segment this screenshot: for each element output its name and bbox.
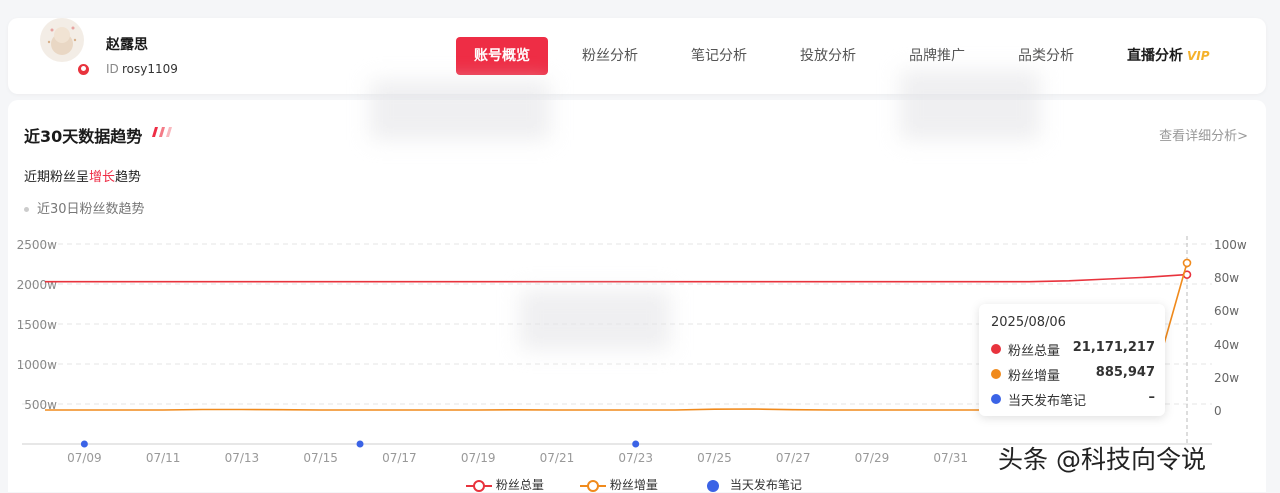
tooltip-dot-icon — [991, 394, 1001, 404]
legend-item-total[interactable]: 粉丝总量 — [466, 476, 544, 493]
note-marker — [80, 440, 88, 448]
x-tick-label: 07/29 — [855, 451, 890, 465]
x-tick-label: 07/25 — [697, 451, 732, 465]
blurred-region — [370, 80, 550, 140]
trend-suffix: 趋势 — [115, 170, 142, 185]
legend-dot-icon — [707, 479, 719, 492]
series-endpoint — [1182, 258, 1192, 268]
vip-badge: VIP — [1187, 49, 1210, 63]
tooltip-label: 当天发布笔记 — [1008, 394, 1087, 409]
tab-ads-analysis[interactable]: 投放分析 — [800, 37, 856, 75]
tooltip-value: 885,947 — [1095, 365, 1155, 380]
trend-highlight: 增长 — [89, 170, 116, 185]
tooltip-dot-icon — [991, 369, 1001, 379]
x-tick-label: 07/17 — [382, 451, 417, 465]
verified-badge-icon — [76, 62, 91, 77]
tooltip-row-total: 粉丝总量 21,171,217 — [991, 340, 1155, 359]
blurred-region — [520, 290, 670, 350]
section-title: 近30天数据趋势 — [24, 127, 143, 146]
bullet-dot-icon — [24, 207, 29, 212]
x-tick-label: 07/21 — [540, 451, 575, 465]
trend-prefix: 近期粉丝呈 — [24, 170, 90, 185]
tab-live-analysis[interactable]: 直播分析 VIP — [1127, 37, 1210, 75]
legend-item-notes[interactable]: 当天发布笔记 — [706, 476, 802, 493]
tab-live-analysis-label: 直播分析 — [1127, 48, 1183, 64]
tooltip-date: 2025/08/06 — [991, 315, 1066, 330]
y-right-tick-label: 80w — [1214, 271, 1239, 285]
trend-summary: 近期粉丝呈增长趋势 — [24, 166, 141, 185]
x-tick-label: 07/11 — [146, 451, 181, 465]
legend-line-circle-icon — [466, 479, 492, 492]
note-marker — [632, 440, 640, 448]
tooltip-row-notes: 当天发布笔记 – — [991, 390, 1156, 409]
x-tick-label: 07/31 — [933, 451, 968, 465]
chart-subtitle: 近30日粉丝数趋势 — [24, 198, 145, 217]
tooltip-row-increment: 粉丝增量 885,947 — [991, 365, 1155, 384]
legend-label: 当天发布笔记 — [729, 478, 802, 492]
user-id: rosy1109 — [122, 62, 178, 76]
tooltip-value: – — [1148, 390, 1156, 405]
user-name: 赵露思 — [106, 37, 148, 53]
y-right-tick-label: 20w — [1214, 371, 1239, 385]
legend-line-circle-icon — [580, 479, 606, 492]
note-marker — [356, 440, 364, 448]
tab-account-overview[interactable]: 账号概览 — [456, 37, 548, 75]
legend-item-increment[interactable]: 粉丝增量 — [580, 476, 658, 493]
series-line — [45, 273, 1188, 283]
legend-label: 粉丝增量 — [609, 478, 658, 492]
y-left-tick-label: 1000w — [17, 358, 58, 372]
blurred-region — [900, 70, 1040, 140]
x-tick-label: 07/19 — [461, 451, 496, 465]
x-tick-label: 07/13 — [225, 451, 260, 465]
x-tick-label: 07/23 — [618, 451, 653, 465]
chart-legend: 粉丝总量 粉丝增量 当天发布笔记 — [0, 476, 1280, 492]
chart-tooltip: 2025/08/06 粉丝总量 21,171,217 粉丝增量 885,947 … — [979, 304, 1165, 416]
view-detail-link[interactable]: 查看详细分析> — [1159, 125, 1248, 144]
y-left-tick-label: 1500w — [17, 318, 58, 332]
y-left-tick-label: 2000w — [17, 278, 58, 292]
y-right-tick-label: 100w — [1214, 238, 1247, 252]
tab-fans-analysis[interactable]: 粉丝分析 — [582, 37, 638, 75]
avatar-image — [47, 26, 77, 55]
chart-subtitle-text: 近30日粉丝数趋势 — [37, 202, 145, 217]
y-right-tick-label: 60w — [1214, 304, 1239, 318]
x-tick-label: 07/09 — [67, 451, 102, 465]
avatar[interactable] — [40, 18, 84, 62]
legend-label: 粉丝总量 — [495, 478, 544, 492]
y-left-tick-label: 2500w — [17, 238, 58, 252]
x-tick-label: 07/27 — [776, 451, 811, 465]
title-decoration-icon — [152, 127, 172, 137]
tooltip-dot-icon — [991, 344, 1001, 354]
y-right-tick-label: 40w — [1214, 338, 1239, 352]
tooltip-label: 粉丝总量 — [1008, 344, 1061, 359]
y-right-tick-label: 0 — [1214, 404, 1222, 418]
watermark-text: 头条 @科技向令说 — [998, 445, 1206, 474]
x-tick-label: 07/15 — [303, 451, 338, 465]
tab-notes-analysis[interactable]: 笔记分析 — [691, 37, 747, 75]
tooltip-value: 21,171,217 — [1072, 340, 1155, 355]
tooltip-label: 粉丝增量 — [1008, 369, 1061, 384]
user-id-label: ID — [106, 62, 119, 76]
